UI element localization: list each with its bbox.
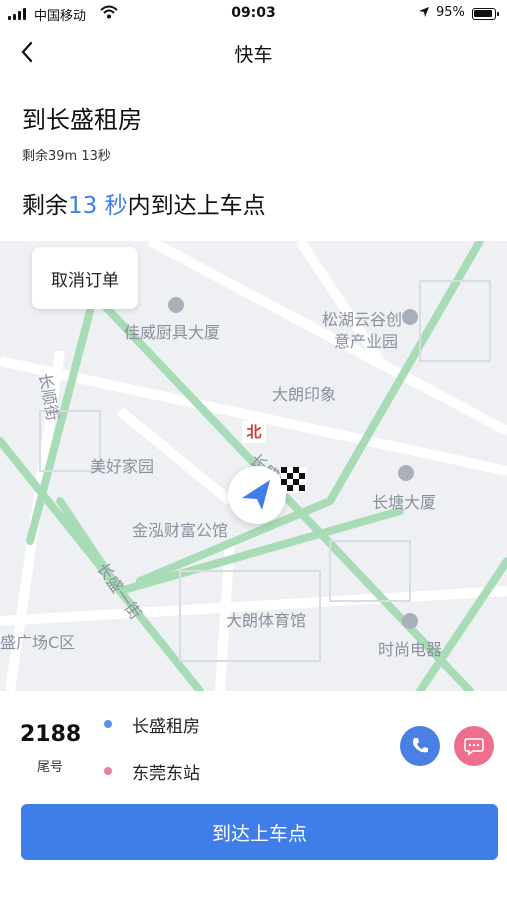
chat-bubble-icon bbox=[464, 738, 484, 756]
map-label: 大朗体育馆 bbox=[226, 611, 307, 630]
navigation-arrow-icon bbox=[242, 480, 270, 510]
battery-percent: 95% bbox=[436, 5, 465, 20]
map-label: 金泓财富公馆 bbox=[132, 521, 229, 540]
building-icon bbox=[402, 613, 418, 629]
destination-flag-icon bbox=[281, 467, 307, 493]
map-label: 盛广场C区 bbox=[0, 633, 76, 652]
map-label: 美好家园 bbox=[90, 457, 155, 476]
building-icon bbox=[402, 309, 418, 325]
map-label: 意产业园 bbox=[334, 332, 399, 351]
building-icon bbox=[398, 465, 414, 481]
map-label: 长塘大厦 bbox=[372, 493, 437, 512]
destination-label: 东莞东站 bbox=[132, 764, 200, 784]
origin-dot-icon bbox=[104, 720, 112, 728]
location-arrow-icon bbox=[419, 7, 429, 17]
map-label: 佳威厨具大厦 bbox=[124, 323, 221, 342]
map-view[interactable]: 取消订单 佳威厨具大厦 松湖云谷创 意产业园 大朗印象 美好家园 长塘大厦 金泓… bbox=[0, 241, 507, 691]
eta-suffix: 内到达上车点 bbox=[127, 193, 266, 219]
destination-dot-icon bbox=[104, 767, 112, 775]
nav-bar: 快车 bbox=[0, 30, 507, 74]
battery-icon bbox=[472, 8, 499, 20]
call-button[interactable] bbox=[400, 726, 440, 766]
clock: 09:03 bbox=[231, 5, 276, 21]
map-label: 时尚电器 bbox=[378, 640, 443, 659]
eta-prefix: 剩余 bbox=[22, 193, 68, 219]
map-label: 大朗印象 bbox=[272, 385, 337, 404]
phone-icon bbox=[413, 738, 428, 753]
north-compass: 北 bbox=[242, 421, 266, 443]
current-location-marker bbox=[228, 466, 286, 524]
tail-number: 2188 bbox=[20, 722, 82, 747]
eta-value: 13 秒 bbox=[68, 193, 128, 219]
page-title: 快车 bbox=[234, 44, 273, 66]
tail-number-label: 尾号 bbox=[36, 760, 63, 775]
remaining-distance: 剩余39m 13秒 bbox=[22, 149, 111, 164]
status-bar: 中国移动 09:03 95% bbox=[0, 0, 507, 28]
order-info-panel: 2188 尾号 长盛租房 东莞东站 bbox=[0, 692, 507, 802]
destination-title: 到长盛租房 bbox=[22, 106, 142, 134]
cancel-order-button[interactable]: 取消订单 bbox=[32, 247, 138, 309]
map-label: 松湖云谷创 bbox=[322, 310, 403, 329]
arrive-pickup-button[interactable]: 到达上车点 bbox=[21, 804, 498, 860]
message-button[interactable] bbox=[454, 726, 494, 766]
building-icon bbox=[168, 297, 184, 313]
eta-text: 剩余13 秒内到达上车点 bbox=[22, 186, 266, 220]
origin-label: 长盛租房 bbox=[132, 717, 200, 737]
